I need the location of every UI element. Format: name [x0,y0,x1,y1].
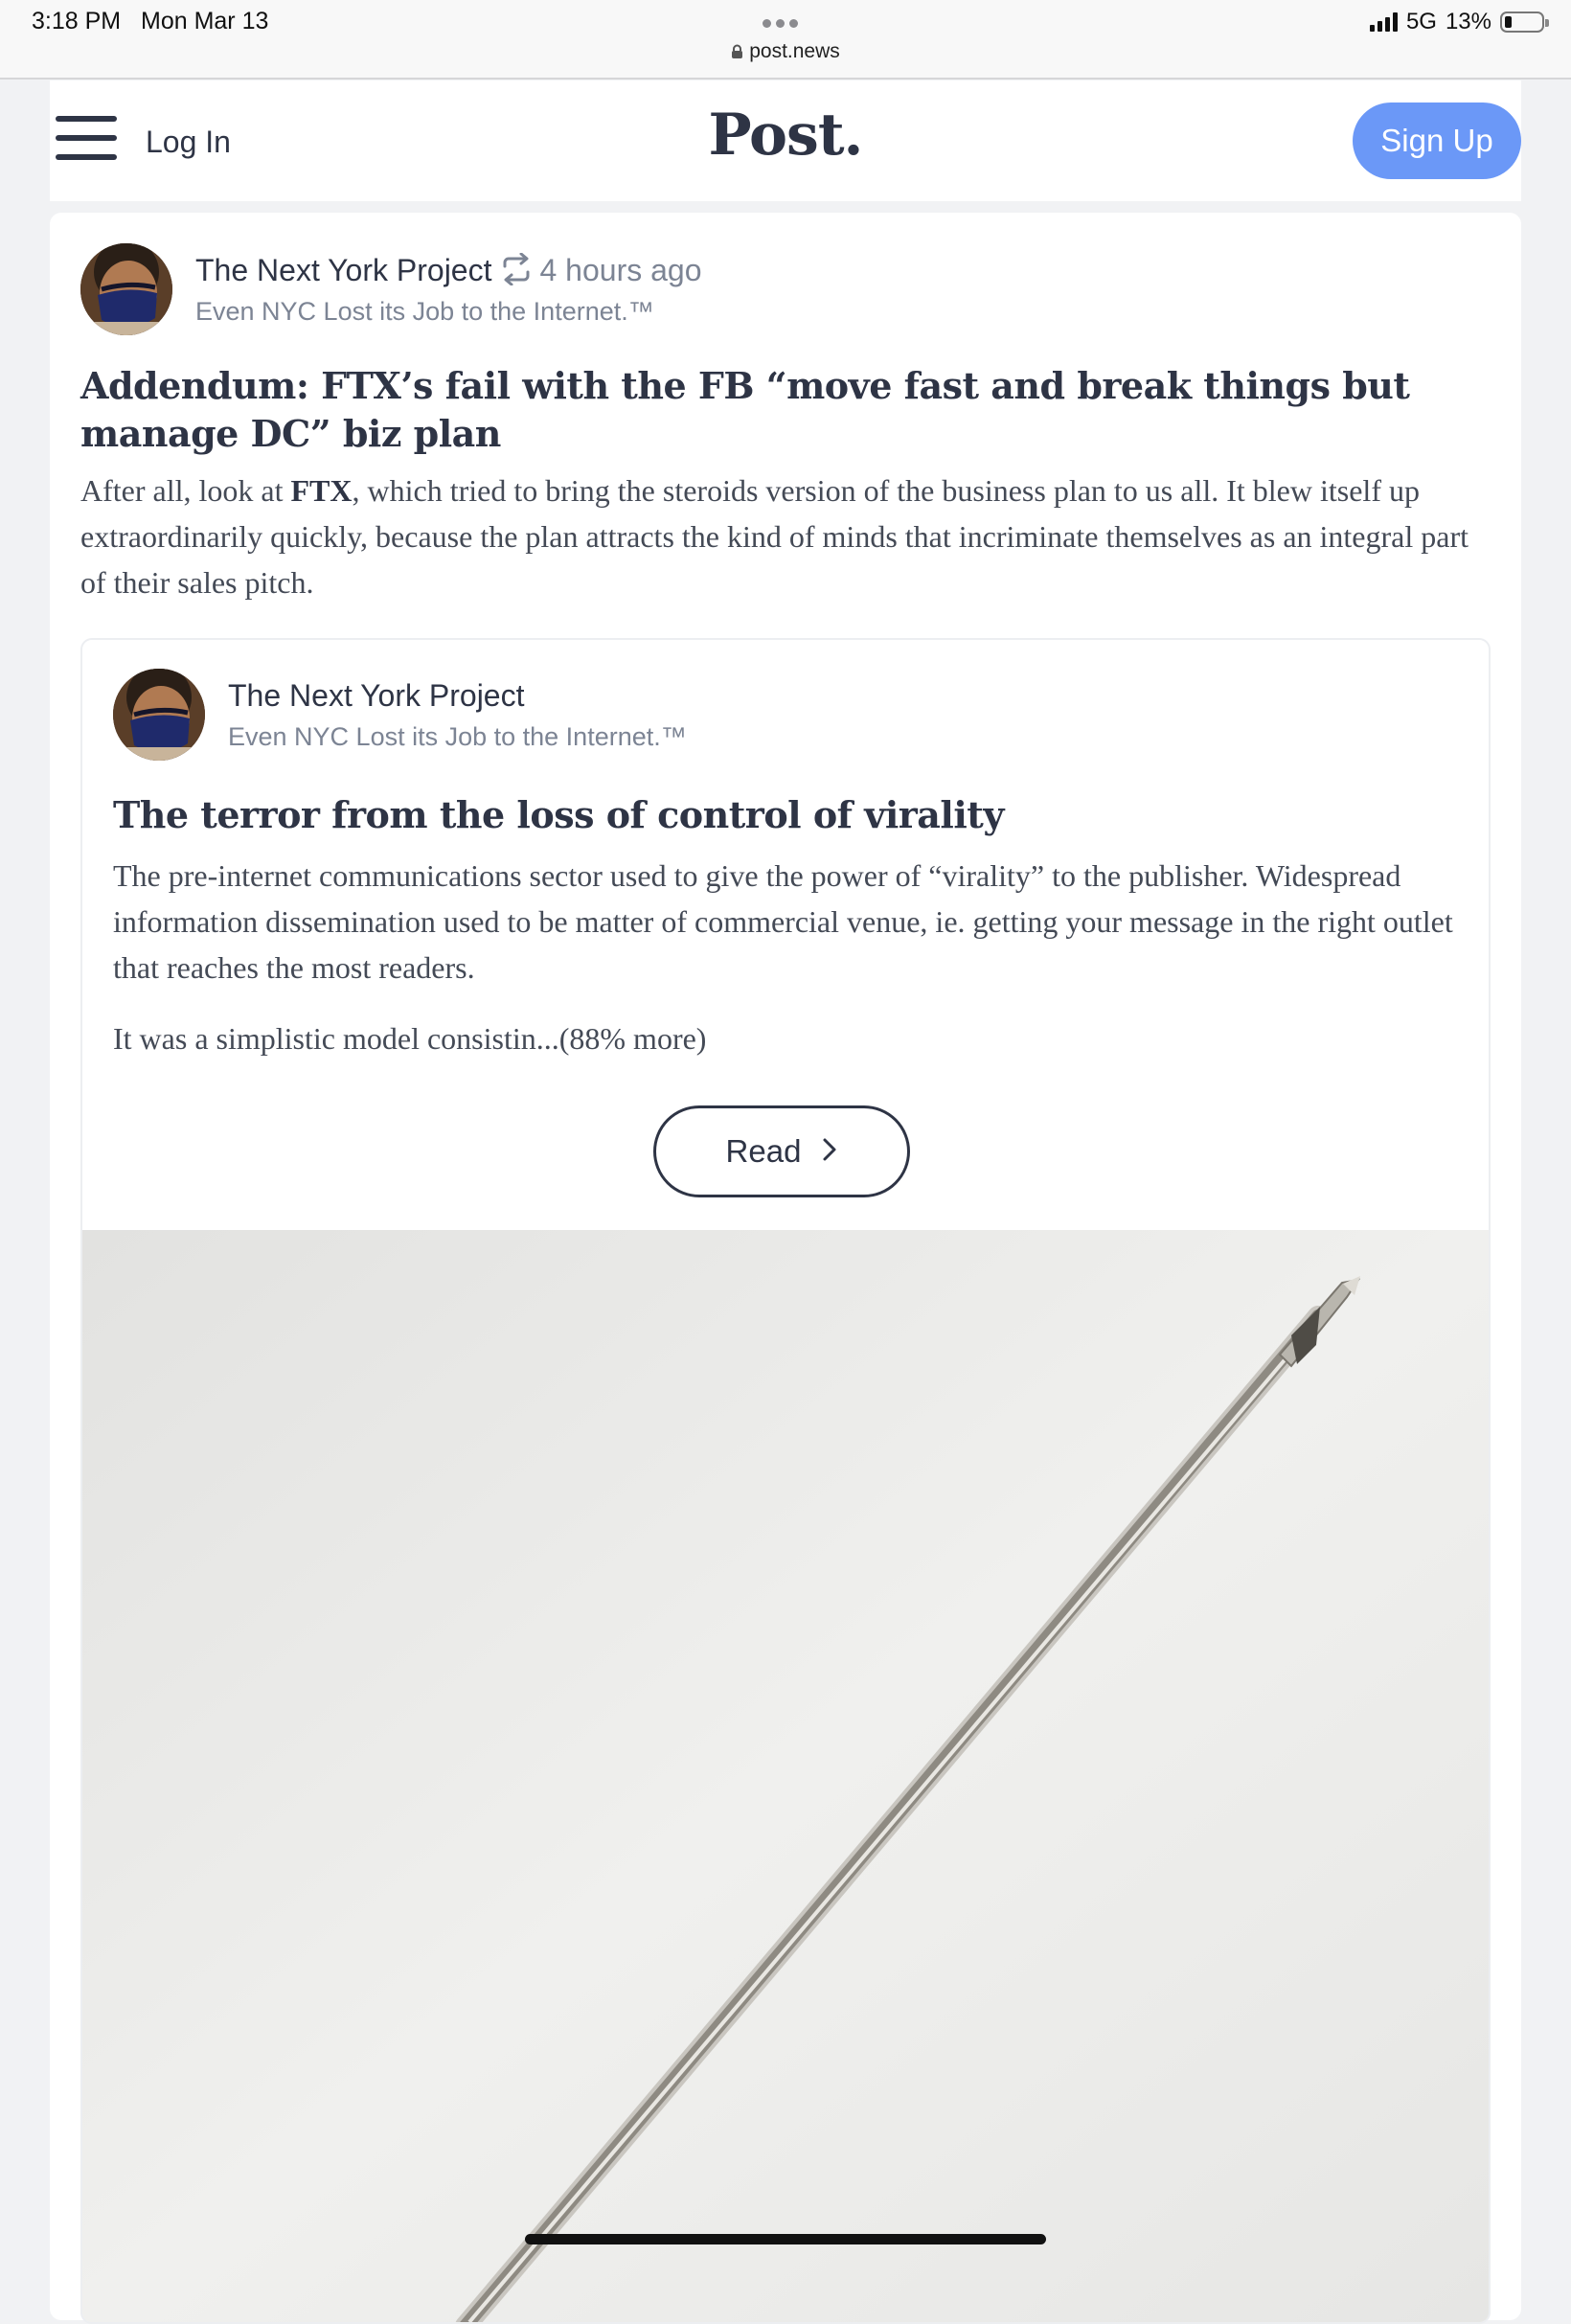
url-text: post.news [749,40,840,62]
lock-icon [731,42,743,65]
more-dots-icon[interactable] [763,15,808,28]
post-time: 4 hours ago [539,253,702,287]
author-name[interactable]: The Next York Project [195,253,491,287]
signal-icon [1369,12,1398,32]
quoted-author-name[interactable]: The Next York Project [228,678,524,714]
status-indicators: 5G 13% [1369,6,1549,38]
repost-icon [499,252,534,293]
read-button-label: Read [725,1133,802,1169]
battery-percent: 13% [1445,9,1491,34]
quoted-post-excerpt: It was a simplistic model consistin...(8… [113,1021,707,1056]
status-date: Mon Mar 13 [141,8,269,34]
address-bar[interactable]: post.news [0,40,1571,65]
quoted-author-tagline: Even NYC Lost its Job to the Internet.™ [228,722,687,751]
site-logo[interactable]: Post. [50,102,1521,169]
avatar[interactable] [80,243,172,335]
home-indicator[interactable] [525,2234,1046,2244]
read-button[interactable]: Read [653,1105,910,1197]
signup-button[interactable]: Sign Up [1353,103,1521,179]
needle-image [82,1230,1489,2322]
chevron-right-icon [822,1133,837,1170]
quoted-post[interactable]: The Next York Project Even NYC Lost its … [80,638,1491,2324]
quoted-post-title[interactable]: The terror from the loss of control of v… [113,791,1473,839]
network-label: 5G [1405,9,1437,34]
status-bar: 3:18 PM Mon Mar 13 post.news 5G 13% [0,0,1571,80]
post-card: The Next York Project 4 hours ago Even NY… [50,213,1521,2324]
author-tagline: Even NYC Lost its Job to the Internet.™ [195,297,654,326]
post-body-bold: FTX [290,473,353,508]
quoted-post-paragraph: The pre-internet communications sector u… [113,858,1453,985]
post-body-text: After all, look at [80,473,291,508]
avatar[interactable] [113,669,205,761]
battery-icon [1500,11,1549,33]
status-time: 3:18 PM [32,8,122,34]
post-title[interactable]: Addendum: FTX’s fail with the FB “move f… [80,362,1489,458]
site-header: Log In Post. Sign Up [50,80,1521,201]
post-author-line: The Next York Project 4 hours ago [195,252,702,293]
post-body: After all, look at FTX, which tried to b… [80,467,1489,605]
